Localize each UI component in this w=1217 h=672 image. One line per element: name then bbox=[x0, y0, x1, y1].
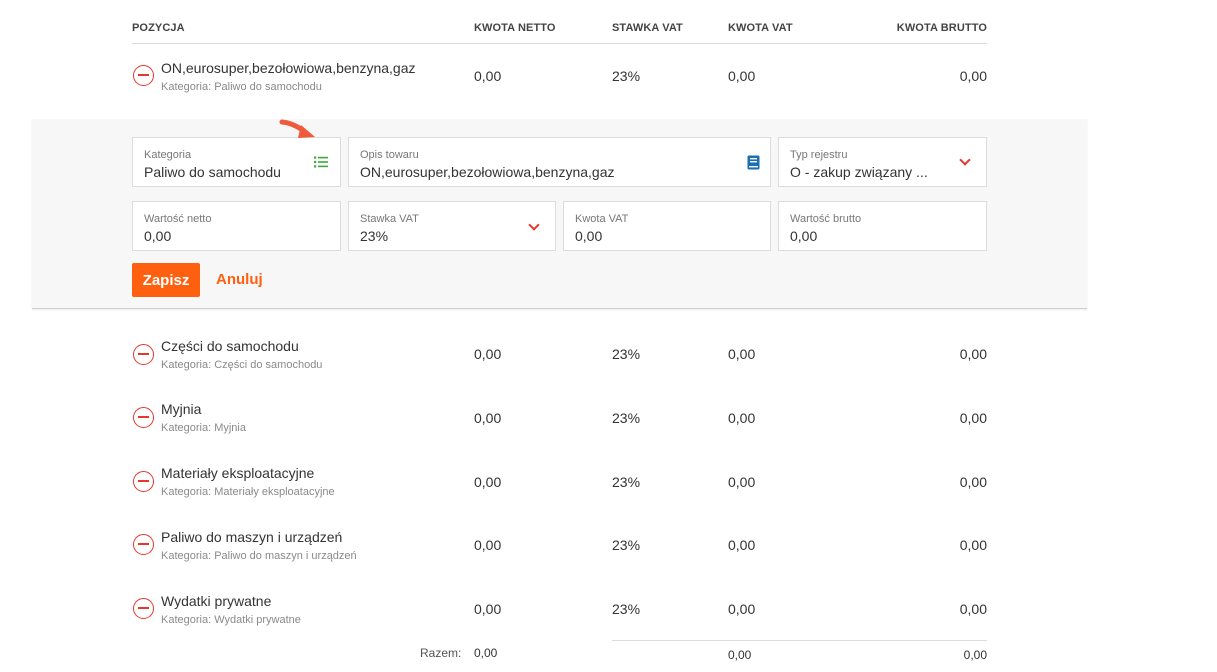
row-netto: 0,00 bbox=[474, 474, 502, 490]
row-vat: 0,00 bbox=[728, 68, 756, 84]
minus-circle-icon[interactable] bbox=[133, 598, 154, 619]
gross-value-input: 0,00 bbox=[790, 228, 818, 244]
minus-circle-icon[interactable] bbox=[133, 534, 154, 555]
register-type-select[interactable]: Typ rejestru O - zakup związany ... bbox=[778, 137, 987, 187]
gross-value-field[interactable]: Wartość brutto 0,00 bbox=[778, 201, 987, 251]
header-pozycja: POZYCJA bbox=[132, 22, 185, 34]
table-row[interactable]: Myjnia Kategoria: Myjnia 0,00 23% 0,00 0… bbox=[0, 401, 1217, 461]
header-kwota-vat: KWOTA VAT bbox=[728, 22, 793, 34]
row-vat: 0,00 bbox=[728, 601, 756, 617]
register-type-value: O - zakup związany ... bbox=[790, 164, 928, 180]
totals-netto: 0,00 bbox=[474, 646, 498, 660]
row-vat: 0,00 bbox=[728, 474, 756, 490]
net-value-input: 0,00 bbox=[144, 228, 172, 244]
gross-value-label: Wartość brutto bbox=[790, 213, 862, 225]
minus-circle-icon[interactable] bbox=[133, 407, 154, 428]
chevron-down-icon[interactable] bbox=[528, 219, 540, 231]
header-stawka-vat: STAWKA VAT bbox=[612, 22, 683, 34]
row-name: Materiały eksploatacyjne bbox=[161, 465, 315, 481]
row-netto: 0,00 bbox=[474, 601, 502, 617]
vat-amount-field[interactable]: Kwota VAT 0,00 bbox=[563, 201, 771, 251]
row-name: Myjnia bbox=[161, 401, 202, 417]
row-vat-rate: 23% bbox=[612, 474, 641, 490]
row-brutto: 0,00 bbox=[959, 68, 987, 84]
category-label: Kategoria bbox=[144, 149, 192, 161]
header-kwota-netto: KWOTA NETTO bbox=[474, 22, 556, 34]
book-icon[interactable] bbox=[747, 155, 760, 170]
net-value-label: Wartość netto bbox=[144, 213, 212, 225]
row-brutto: 0,00 bbox=[959, 601, 987, 617]
arrow-pointer-icon bbox=[279, 119, 315, 138]
row-vat: 0,00 bbox=[728, 410, 756, 426]
totals-brutto: 0,00 bbox=[963, 648, 987, 662]
table-row[interactable]: Materiały eksploatacyjne Kategoria: Mate… bbox=[0, 465, 1217, 525]
row-category: Kategoria: Myjnia bbox=[161, 422, 246, 434]
list-icon[interactable] bbox=[314, 156, 328, 168]
row-name: Paliwo do maszyn i urządzeń bbox=[161, 529, 343, 545]
row-vat: 0,00 bbox=[728, 537, 756, 553]
row-netto: 0,00 bbox=[474, 537, 502, 553]
row-name: Części do samochodu bbox=[161, 338, 299, 354]
minus-circle-icon[interactable] bbox=[133, 344, 154, 365]
header-divider bbox=[132, 43, 987, 44]
table-row[interactable]: Wydatki prywatne Kategoria: Wydatki pryw… bbox=[0, 593, 1217, 653]
description-label: Opis towaru bbox=[360, 149, 419, 161]
row-vat: 0,00 bbox=[728, 346, 756, 362]
row-category: Kategoria: Wydatki prywatne bbox=[161, 614, 301, 626]
header-kwota-brutto: KWOTA BRUTTO bbox=[896, 22, 987, 34]
row-netto: 0,00 bbox=[474, 68, 502, 84]
totals-label: Razem: bbox=[420, 646, 462, 660]
chevron-down-icon[interactable] bbox=[959, 154, 971, 166]
table-row[interactable]: Paliwo do maszyn i urządzeń Kategoria: P… bbox=[0, 529, 1217, 589]
row-category: Kategoria: Części do samochodu bbox=[161, 359, 323, 371]
row-vat-rate: 23% bbox=[612, 601, 641, 617]
row-netto: 0,00 bbox=[474, 410, 502, 426]
vat-amount-input: 0,00 bbox=[575, 228, 603, 244]
totals-divider bbox=[612, 640, 987, 641]
row-brutto: 0,00 bbox=[959, 474, 987, 490]
row-category: Kategoria: Paliwo do samochodu bbox=[161, 81, 322, 93]
vat-rate-value: 23% bbox=[360, 228, 389, 244]
vat-amount-label: Kwota VAT bbox=[575, 213, 629, 225]
save-button[interactable]: Zapisz bbox=[132, 263, 200, 297]
category-value: Paliwo do samochodu bbox=[144, 164, 281, 180]
row-brutto: 0,00 bbox=[959, 346, 987, 362]
minus-circle-icon[interactable] bbox=[133, 65, 154, 86]
register-type-label: Typ rejestru bbox=[790, 149, 848, 161]
row-name: ON,eurosuper,bezołowiowa,benzyna,gaz bbox=[161, 60, 416, 76]
description-field[interactable]: Opis towaru ON,eurosuper,bezołowiowa,ben… bbox=[348, 137, 771, 187]
cancel-button[interactable]: Anuluj bbox=[216, 271, 263, 288]
totals-vat: 0,00 bbox=[728, 648, 752, 662]
row-category: Kategoria: Paliwo do maszyn i urządzeń bbox=[161, 550, 357, 562]
table-row[interactable]: ON,eurosuper,bezołowiowa,benzyna,gaz Kat… bbox=[0, 60, 1217, 120]
row-vat-rate: 23% bbox=[612, 68, 641, 84]
vat-rate-select[interactable]: Stawka VAT 23% bbox=[348, 201, 556, 251]
row-name: Wydatki prywatne bbox=[161, 593, 272, 609]
vat-rate-label: Stawka VAT bbox=[360, 213, 419, 225]
row-category: Kategoria: Materiały eksploatacyjne bbox=[161, 486, 335, 498]
row-vat-rate: 23% bbox=[612, 410, 641, 426]
row-brutto: 0,00 bbox=[959, 410, 987, 426]
row-vat-rate: 23% bbox=[612, 537, 641, 553]
table-row[interactable]: Części do samochodu Kategoria: Części do… bbox=[0, 338, 1217, 398]
row-netto: 0,00 bbox=[474, 346, 502, 362]
net-value-field[interactable]: Wartość netto 0,00 bbox=[132, 201, 341, 251]
row-brutto: 0,00 bbox=[959, 537, 987, 553]
row-vat-rate: 23% bbox=[612, 346, 641, 362]
description-value: ON,eurosuper,bezołowiowa,benzyna,gaz bbox=[360, 164, 615, 180]
minus-circle-icon[interactable] bbox=[133, 471, 154, 492]
